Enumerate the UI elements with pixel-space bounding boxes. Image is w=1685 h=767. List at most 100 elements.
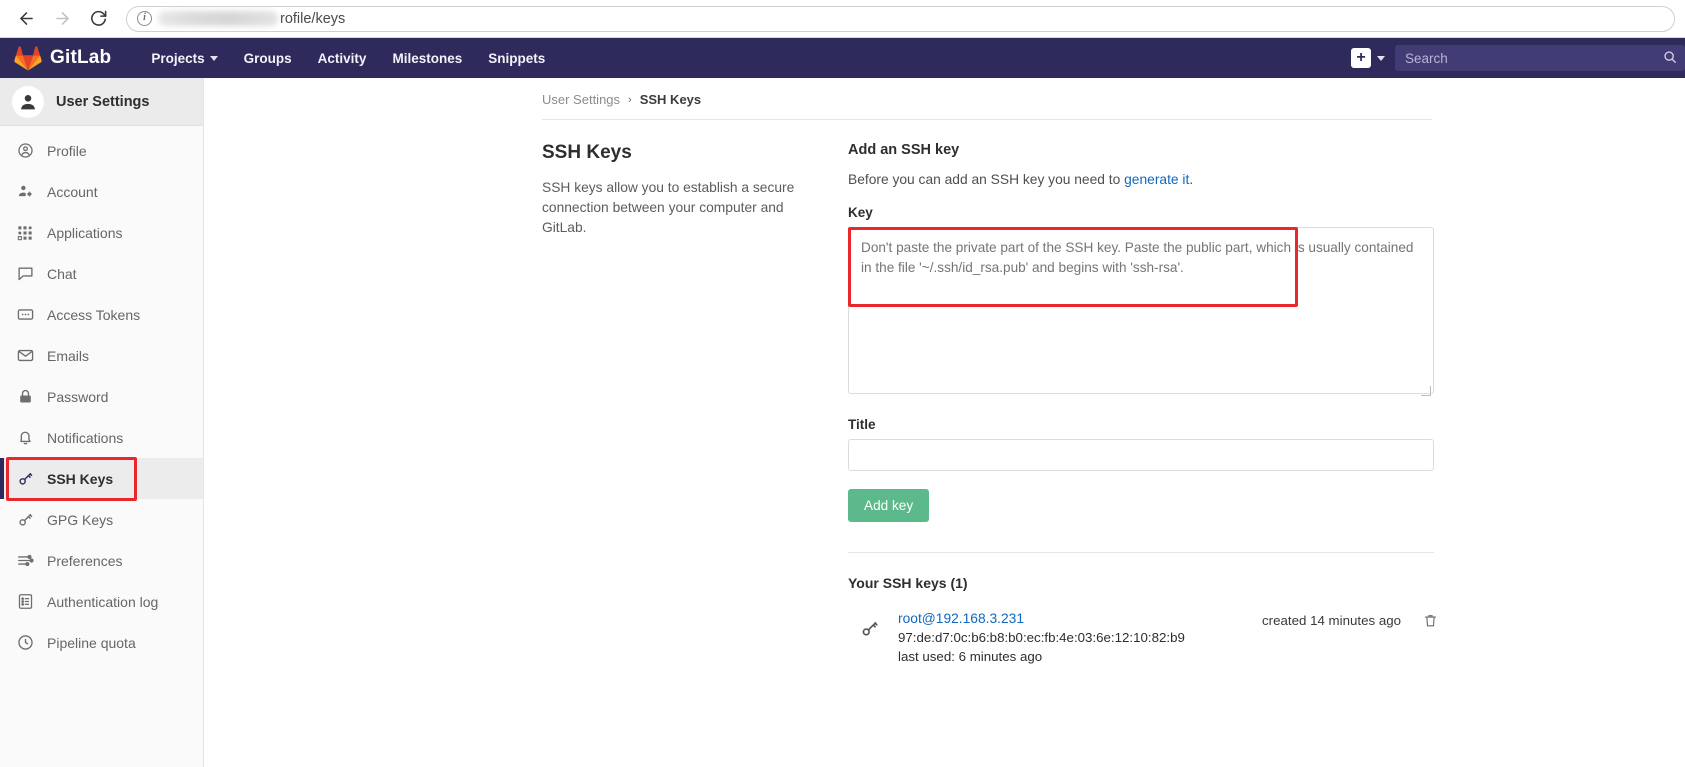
sidebar-item-access-tokens-label: Access Tokens — [47, 306, 141, 323]
sidebar-item-password[interactable]: Password — [0, 376, 203, 417]
form-heading: Add an SSH key — [848, 142, 960, 158]
user-avatar-icon — [21, 94, 35, 109]
sidebar-nav-list: Profile Account Applications Chat Access… — [0, 126, 203, 663]
generate-key-note: Before you can add an SSH key you need t… — [848, 172, 1438, 187]
add-key-button[interactable]: Add key — [848, 489, 930, 522]
nav-item-groups-label: Groups — [243, 50, 292, 66]
key-title-link[interactable]: root@192.168.3.231 — [898, 611, 1262, 626]
chevron-down-icon — [209, 55, 218, 61]
sidebar-item-notifications[interactable]: Notifications — [0, 417, 203, 458]
sidebar-item-access-tokens[interactable]: Access Tokens — [0, 294, 203, 335]
user-gear-icon — [16, 183, 34, 201]
nav-item-activity[interactable]: Activity — [318, 51, 367, 66]
sidebar-item-emails-label: Emails — [47, 347, 90, 364]
lock-icon — [16, 388, 34, 406]
sidebar-item-chat-label: Chat — [47, 265, 77, 282]
key-icon — [16, 470, 34, 488]
key-details: root@192.168.3.231 97:de:d7:0c:b6:b8:b0:… — [882, 611, 1262, 664]
sidebar-item-profile-label: Profile — [47, 142, 87, 159]
bell-icon — [16, 429, 34, 447]
breadcrumb: User Settings › SSH Keys — [542, 92, 1685, 119]
list-document-icon — [16, 593, 34, 611]
title-input[interactable] — [848, 439, 1434, 471]
sidebar-item-account[interactable]: Account — [0, 171, 203, 212]
key-icon — [860, 619, 882, 644]
nav-item-projects[interactable]: Projects — [151, 50, 218, 66]
avatar — [12, 85, 44, 118]
nav-item-projects-label: Projects — [151, 50, 205, 66]
sidebar-item-applications[interactable]: Applications — [0, 212, 203, 253]
sidebar-item-emails[interactable]: Emails — [0, 335, 203, 376]
reload-icon — [90, 10, 106, 26]
trash-icon[interactable] — [1423, 613, 1438, 633]
nav-item-activity-label: Activity — [317, 50, 367, 66]
gitlab-logo-icon — [14, 46, 42, 71]
reload-button[interactable] — [82, 3, 114, 35]
table-row: root@192.168.3.231 97:de:d7:0c:b6:b8:b0:… — [848, 611, 1438, 664]
nav-item-snippets-label: Snippets — [488, 50, 546, 66]
sidebar-item-ssh-keys[interactable]: SSH Keys — [0, 458, 203, 499]
sidebar-item-notifications-label: Notifications — [47, 429, 124, 446]
nav-item-snippets[interactable]: Snippets — [488, 51, 545, 66]
keys-list-heading: Your SSH keys (1) — [848, 575, 968, 591]
chat-bubble-icon — [16, 265, 34, 283]
plus-icon[interactable]: + — [1351, 48, 1371, 68]
sidebar-item-profile[interactable]: Profile — [0, 130, 203, 171]
sidebar-item-ssh-keys-label: SSH Keys — [47, 470, 114, 487]
search-icon[interactable] — [1663, 50, 1677, 67]
site-info-icon[interactable]: i — [137, 11, 152, 26]
search-input[interactable]: Search — [1395, 45, 1685, 71]
sidebar-item-preferences[interactable]: Preferences — [0, 540, 203, 581]
gitlab-navbar: GitLab Projects Groups Activity Mileston… — [0, 38, 1685, 78]
page-body: User Settings Profile Account Applicatio… — [0, 78, 1685, 767]
key-fingerprint: 97:de:d7:0c:b6:b8:b0:ec:fb:4e:03:6e:12:1… — [898, 630, 1185, 645]
sidebar-item-pipeline-quota[interactable]: Pipeline quota — [0, 622, 203, 663]
navbar-menu: Projects Groups Activity Milestones Snip… — [151, 51, 545, 66]
main-content: User Settings › SSH Keys SSH Keys SSH ke… — [204, 78, 1685, 767]
page-title: SSH Keys — [542, 142, 632, 163]
gitlab-brand-text: GitLab — [50, 47, 112, 68]
url-bar[interactable]: i rofile/keys — [126, 5, 1675, 32]
key-input[interactable] — [848, 227, 1434, 394]
ssh-key-form-column: Add an SSH key Before you can add an SSH… — [848, 142, 1438, 664]
form-list-divider — [848, 552, 1434, 553]
sidebar-item-chat[interactable]: Chat — [0, 253, 203, 294]
sliders-icon — [16, 552, 34, 570]
url-text: rofile/keys — [280, 10, 346, 27]
new-item-dropdown[interactable]: + — [1351, 48, 1385, 68]
chevron-down-icon — [1377, 55, 1385, 61]
sidebar-header-label: User Settings — [56, 93, 150, 110]
clock-icon — [16, 634, 34, 652]
sidebar-item-account-label: Account — [47, 183, 98, 200]
arrow-left-icon — [19, 12, 33, 25]
sidebar-item-applications-label: Applications — [47, 224, 123, 241]
arrow-right-icon — [55, 12, 69, 25]
envelope-icon — [16, 347, 34, 365]
breadcrumb-current: SSH Keys — [639, 92, 702, 107]
sidebar-item-gpg-keys-label: GPG Keys — [47, 511, 114, 528]
url-blurred-region — [158, 11, 278, 26]
nav-item-milestones-label: Milestones — [392, 50, 463, 66]
sidebar-item-pipeline-quota-label: Pipeline quota — [47, 634, 136, 651]
grid-apps-icon — [16, 224, 34, 242]
generate-key-note-suffix: . — [1189, 172, 1194, 187]
breadcrumb-parent[interactable]: User Settings — [542, 92, 620, 107]
browser-toolbar: i rofile/keys — [0, 0, 1685, 38]
panel-description-column: SSH Keys SSH keys allow you to establish… — [542, 142, 842, 664]
sidebar-item-preferences-label: Preferences — [47, 552, 123, 569]
nav-item-milestones[interactable]: Milestones — [392, 51, 462, 66]
back-button[interactable] — [10, 3, 42, 35]
key-icon — [16, 511, 34, 529]
sidebar-item-password-label: Password — [47, 388, 109, 405]
sidebar-header[interactable]: User Settings — [0, 78, 203, 126]
sidebar-item-authentication-log[interactable]: Authentication log — [0, 581, 203, 622]
nav-item-groups[interactable]: Groups — [244, 51, 292, 66]
key-created-time: created 14 minutes ago — [1262, 613, 1401, 628]
gitlab-home-link[interactable]: GitLab — [14, 44, 111, 72]
search-placeholder-text: Search — [1405, 50, 1448, 66]
forward-button[interactable] — [46, 3, 78, 35]
title-field-label: Title — [848, 417, 876, 432]
key-field-label: Key — [848, 205, 873, 220]
sidebar-item-gpg-keys[interactable]: GPG Keys — [0, 499, 203, 540]
generate-it-link[interactable]: generate it — [1124, 172, 1189, 187]
